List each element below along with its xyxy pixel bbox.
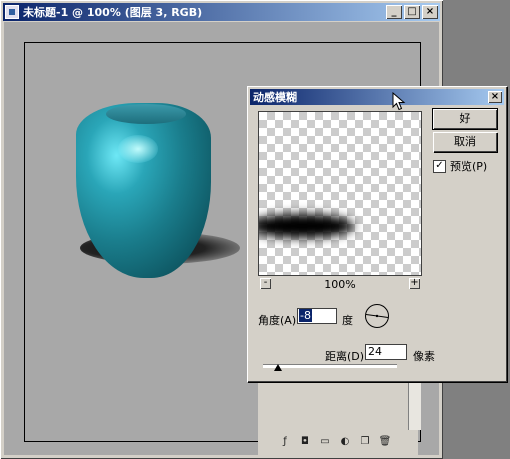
vase-rim bbox=[106, 104, 186, 124]
adjustment-layer-icon[interactable]: ◐ bbox=[338, 435, 352, 448]
document-icon bbox=[5, 5, 19, 19]
document-titlebar[interactable]: 未标题-1 @ 100% (图层 3, RGB) _ □ × bbox=[3, 3, 440, 21]
angle-input[interactable]: -8 bbox=[297, 308, 337, 324]
vase-highlight bbox=[118, 135, 158, 163]
zoom-level: 100% bbox=[324, 278, 356, 291]
distance-input[interactable]: 24 bbox=[365, 344, 407, 360]
trash-icon[interactable]: 🗑 bbox=[378, 435, 392, 448]
zoom-in-button[interactable]: + bbox=[409, 278, 420, 289]
maximize-button[interactable]: □ bbox=[404, 5, 420, 19]
angle-value: -8 bbox=[299, 309, 312, 322]
distance-unit: 像素 bbox=[413, 350, 435, 363]
dialog-title: 动感模糊 bbox=[253, 91, 297, 104]
angle-dial[interactable] bbox=[364, 303, 390, 329]
preview-pane[interactable] bbox=[258, 111, 422, 276]
layers-toolbar: ƒ ◘ ▭ ◐ ❐ 🗑 bbox=[278, 435, 392, 448]
new-layer-icon[interactable]: ❐ bbox=[358, 435, 372, 448]
preview-checkbox[interactable]: ✓ bbox=[433, 159, 446, 173]
distance-slider[interactable] bbox=[263, 364, 397, 368]
dialog-titlebar[interactable]: 动感模糊 × bbox=[250, 89, 504, 105]
preview-label: 预览(P) bbox=[450, 160, 488, 173]
angle-label: 角度(A): bbox=[258, 314, 300, 327]
distance-slider-thumb[interactable] bbox=[274, 364, 282, 371]
blurred-shadow-preview bbox=[259, 214, 354, 238]
angle-unit: 度 bbox=[342, 314, 353, 327]
layers-scrollbar[interactable] bbox=[408, 380, 421, 430]
dialog-close-button[interactable]: × bbox=[488, 91, 502, 103]
distance-label: 距离(D): bbox=[325, 350, 368, 363]
layer-set-icon[interactable]: ▭ bbox=[318, 435, 332, 448]
close-button[interactable]: × bbox=[422, 5, 438, 19]
layer-style-icon[interactable]: ƒ bbox=[278, 435, 292, 448]
mouse-cursor-icon bbox=[392, 92, 406, 111]
zoom-controls: 100% - + bbox=[258, 278, 422, 292]
document-title: 未标题-1 @ 100% (图层 3, RGB) bbox=[23, 6, 203, 19]
motion-blur-dialog: 动感模糊 × 100% - + 好 取消 ✓ 预览(P) 角度(A): -8 度… bbox=[247, 86, 507, 382]
zoom-out-button[interactable]: - bbox=[260, 278, 271, 289]
cancel-button[interactable]: 取消 bbox=[433, 132, 497, 152]
minimize-button[interactable]: _ bbox=[386, 5, 402, 19]
preview-checkbox-row[interactable]: ✓ 预览(P) bbox=[433, 158, 487, 174]
layer-mask-icon[interactable]: ◘ bbox=[298, 435, 312, 448]
ok-button[interactable]: 好 bbox=[432, 108, 498, 130]
